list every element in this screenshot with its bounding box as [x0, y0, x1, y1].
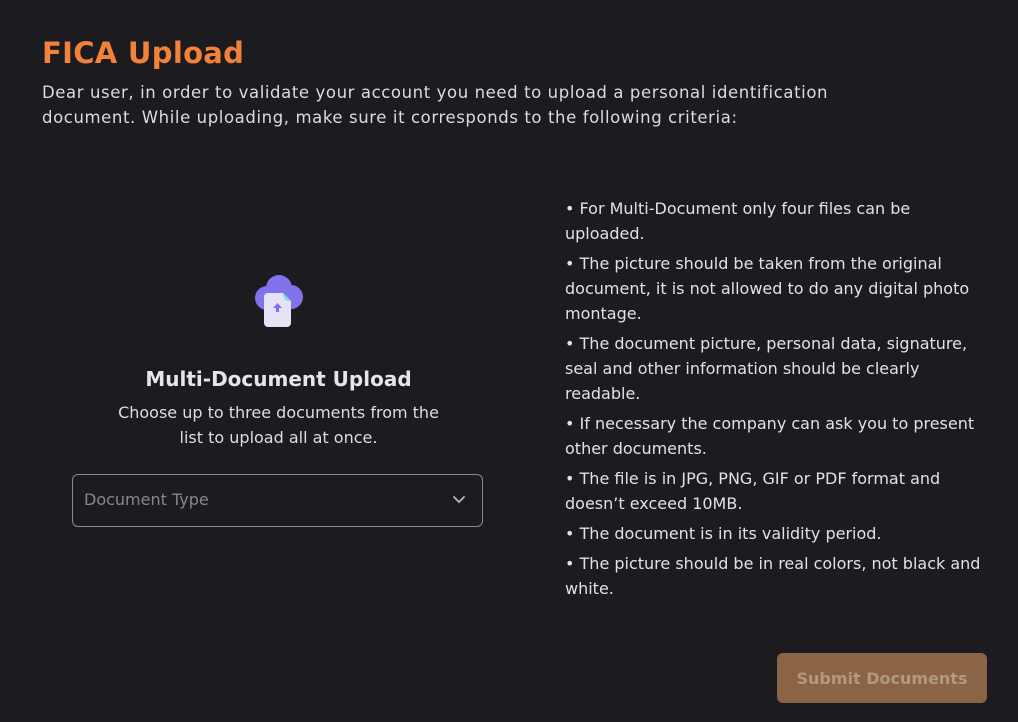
criteria-item: • The picture should be taken from the o… [565, 254, 970, 323]
criteria-list: • For Multi-Document only four files can… [565, 196, 985, 606]
criteria-item: • The picture should be in real colors, … [565, 554, 981, 598]
document-type-select[interactable]: Document Type [72, 474, 483, 527]
criteria-item: • The document picture, personal data, s… [565, 334, 968, 403]
criteria-item: • For Multi-Document only four files can… [565, 199, 911, 243]
criteria-item: • The file is in JPG, PNG, GIF or PDF fo… [565, 469, 941, 513]
criteria-item: • If necessary the company can ask you t… [565, 414, 975, 458]
intro-text: Dear user, in order to validate your acc… [42, 83, 829, 127]
cloud-upload-icon [254, 275, 303, 327]
upload-panel: Multi-Document Upload Choose up to three… [72, 270, 485, 450]
submit-documents-button[interactable]: Submit Documents [777, 653, 987, 703]
page-title: FICA Upload [42, 36, 245, 70]
document-type-placeholder: Document Type [84, 490, 209, 509]
upload-description: Choose up to three documents from the li… [118, 403, 439, 447]
criteria-item: • The document is in its validity period… [565, 524, 882, 543]
chevron-down-icon [453, 496, 465, 503]
upload-heading: Multi-Document Upload [145, 367, 412, 391]
